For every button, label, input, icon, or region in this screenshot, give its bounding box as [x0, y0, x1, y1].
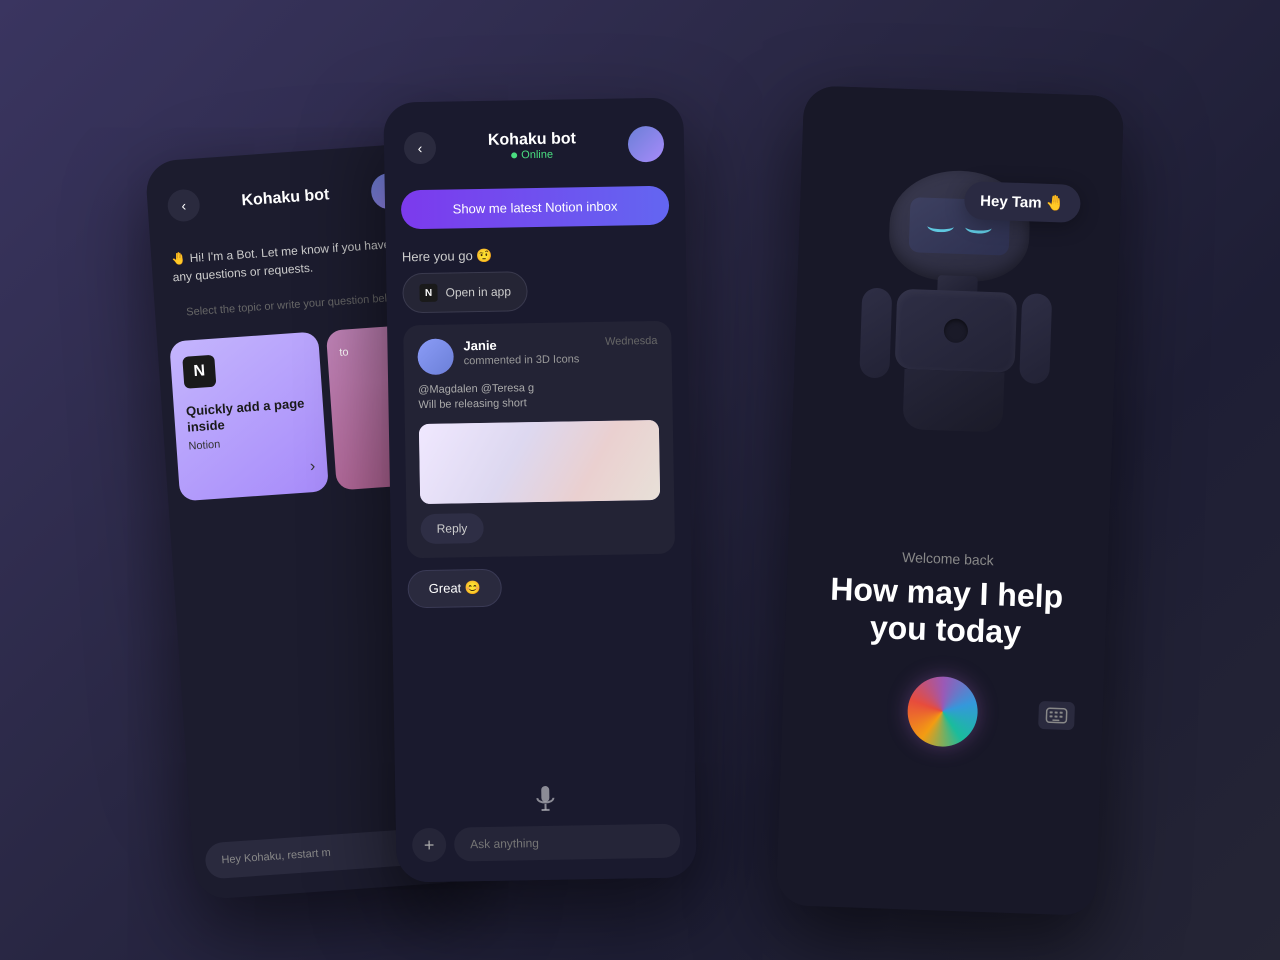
notion-icon: N — [182, 355, 216, 389]
bottom-row — [809, 672, 1075, 751]
robot-section: Hey Tam 🤚 — [789, 85, 1124, 536]
notif-image — [419, 420, 660, 504]
robot-torso — [895, 289, 1018, 373]
notion-topic-card[interactable]: N Quickly add a page inside Notion › — [169, 332, 329, 502]
welcome-section: Welcome back How may I help you today — [781, 525, 1109, 780]
topic-subtitle-text: Select the topic or write your question … — [175, 290, 415, 322]
left-back-button[interactable]: ‹ — [167, 188, 201, 222]
greeting-bubble: Hey Tam 🤚 — [964, 181, 1082, 223]
robot-base — [902, 369, 1004, 432]
notif-header: Janie commented in 3D Icons Wednesda — [417, 335, 658, 375]
robot-arm-right — [1019, 293, 1052, 384]
bot-message: 🤚 Hi! I'm a Bot. Let me know if you have… — [171, 234, 413, 287]
mic-icon[interactable] — [533, 786, 557, 814]
notion-small-icon: N — [419, 284, 437, 302]
notion-topic-title: Quickly add a page inside — [186, 395, 313, 437]
notif-date: Wednesda — [605, 335, 658, 348]
ask-input-row: + — [412, 824, 681, 863]
reply-button[interactable]: Reply — [420, 513, 483, 544]
orb-sphere[interactable] — [906, 675, 978, 747]
notion-topic-info: Quickly add a page inside Notion — [186, 395, 314, 453]
middle-bot-name: Kohaku bot — [488, 130, 576, 150]
notif-info: Janie commented in 3D Icons — [463, 336, 579, 367]
mic-container — [411, 784, 679, 817]
welcome-back-text: Welcome back — [816, 546, 1080, 571]
help-text: How may I help you today — [813, 570, 1079, 653]
middle-back-button[interactable]: ‹ — [404, 132, 437, 165]
robot-eye-right — [965, 221, 992, 234]
notif-body: @Magdalen @Teresa g Will be releasing sh… — [418, 379, 659, 414]
keyboard-icon[interactable] — [1038, 701, 1075, 730]
robot-arm-left — [859, 288, 892, 379]
middle-avatar — [628, 126, 665, 163]
robot-chest-button — [944, 318, 969, 343]
online-dot — [511, 152, 517, 158]
notion-topic-arrow: › — [309, 458, 316, 476]
middle-card-header: ‹ Kohaku bot Online — [383, 97, 684, 182]
notification-card: Janie commented in 3D Icons Wednesda @Ma… — [403, 321, 675, 558]
online-status: Online — [488, 148, 576, 162]
notif-name: Janie — [463, 336, 579, 353]
notif-avatar — [417, 338, 454, 375]
middle-card: ‹ Kohaku bot Online Show me latest Notio… — [383, 97, 697, 882]
here-you-go-text: Here you go 🤨 — [402, 245, 670, 266]
right-card: Hey Tam 🤚 Welcome back How may I help yo… — [776, 85, 1124, 916]
left-card-title: Kohaku bot — [241, 186, 330, 210]
open-in-app-button[interactable]: N Open in app — [402, 271, 528, 313]
cta-button[interactable]: Show me latest Notion inbox — [401, 186, 670, 230]
plus-button[interactable]: + — [412, 828, 447, 863]
great-button[interactable]: Great 😊 — [407, 568, 502, 608]
empty-space — [811, 707, 847, 708]
robot-body: Hey Tam 🤚 — [851, 147, 1062, 474]
robot-eye-left — [927, 219, 954, 232]
notif-action: commented in 3D Icons — [464, 353, 580, 367]
ask-input[interactable] — [454, 824, 681, 862]
middle-header-center: Kohaku bot Online — [488, 130, 577, 162]
middle-bottom-area: + — [395, 771, 697, 882]
